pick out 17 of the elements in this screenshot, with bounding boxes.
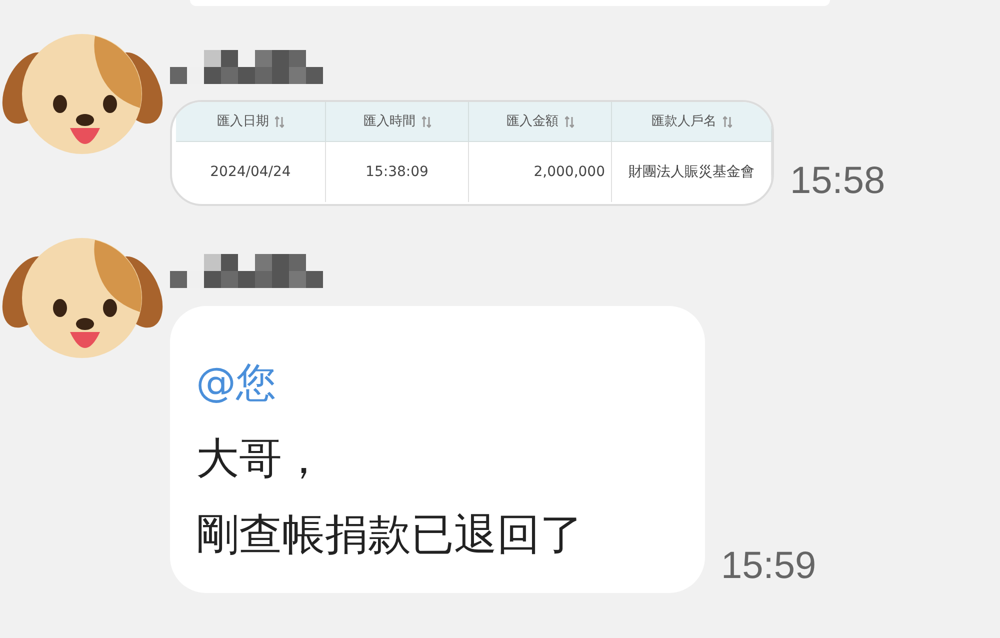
column-header: 匯入時間 — [326, 102, 469, 142]
timestamp: 15:59 — [721, 547, 816, 585]
table-cell: 2,000,000 — [469, 142, 612, 202]
sort-icon — [564, 116, 574, 128]
sort-icon — [722, 116, 732, 128]
column-header: 匯入金額 — [469, 102, 612, 142]
table-cell: 15:38:09 — [326, 142, 469, 202]
message-text: 大哥， — [196, 434, 325, 484]
mention-link[interactable]: @您 — [196, 360, 276, 406]
column-header: 匯入日期 — [176, 102, 326, 142]
column-header: 匯款人戶名 — [612, 102, 772, 142]
sort-icon — [275, 116, 284, 128]
table-cell: 財團法人賑災基金會 — [612, 142, 772, 202]
sort-icon — [422, 116, 430, 128]
table-cell: 2024/04/24 — [176, 142, 326, 202]
message-text: 剛查帳捐款已退回了 — [196, 510, 583, 560]
timestamp: 15:58 — [790, 162, 886, 200]
